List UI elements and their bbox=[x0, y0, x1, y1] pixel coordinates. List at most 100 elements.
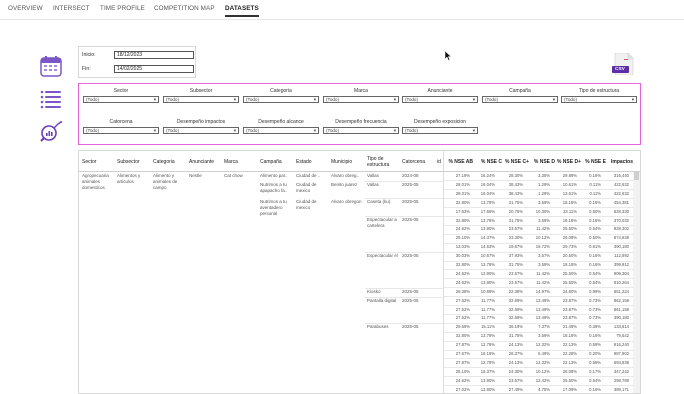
table-cell: 21.49% bbox=[562, 324, 577, 330]
header-nse-c[interactable]: % NSE C bbox=[474, 159, 502, 165]
header-tipo-de-estructura[interactable]: Tipo de estructura bbox=[367, 156, 401, 168]
header-subsector[interactable]: Subsector bbox=[117, 159, 151, 165]
header-nse-e[interactable]: % NSE E bbox=[582, 159, 606, 165]
filter-label-categoria: Categoria bbox=[270, 88, 292, 94]
table-cell: 79,542 bbox=[616, 333, 629, 339]
table-cell: 10.69% bbox=[480, 288, 495, 294]
csv-export-button[interactable]: CSV bbox=[611, 52, 635, 76]
filter-desempeno-alcance-select[interactable]: (Todo) bbox=[243, 127, 319, 134]
table-cell: 3.59% bbox=[538, 333, 550, 339]
header-impactos[interactable]: Impactos bbox=[607, 159, 633, 165]
filter-label-marca: Marca bbox=[354, 88, 368, 94]
tab-competition-map[interactable]: COMPETITION MAP bbox=[154, 5, 215, 12]
table-cell: 37.93% bbox=[508, 253, 523, 259]
table-cell: 23.57% bbox=[508, 377, 523, 383]
table-cell: 0.16% bbox=[589, 217, 601, 223]
header-sector[interactable]: Sector bbox=[82, 159, 116, 165]
cell-marca: Cat chow bbox=[224, 173, 243, 178]
inicio-date-input[interactable]: 18/12/2023 bbox=[114, 51, 194, 59]
table-cell: 133,614 bbox=[613, 324, 629, 330]
header-anunciante[interactable]: Anunciante bbox=[189, 159, 223, 165]
calendar-icon bbox=[40, 56, 62, 77]
table-cell: 13.61% bbox=[562, 190, 577, 196]
fin-date-input[interactable]: 14/02/2025 bbox=[114, 65, 194, 73]
list-icon bbox=[40, 90, 61, 109]
filter-sector-select[interactable]: (Todo) bbox=[83, 96, 159, 103]
table-cell: 13.90% bbox=[480, 270, 495, 276]
table-cell: 3.35% bbox=[538, 173, 550, 178]
table-cell: 0.16% bbox=[589, 173, 601, 178]
table-cell: 22.13% bbox=[562, 342, 577, 348]
group-divider bbox=[365, 181, 443, 182]
filter-categoria-select[interactable]: (Todo) bbox=[243, 96, 319, 103]
table-cell: 651,224 bbox=[613, 288, 629, 294]
filter-tipo-estructura-select[interactable]: (Todo) bbox=[561, 96, 637, 103]
table-cell: 1.29% bbox=[538, 190, 550, 196]
table-cell: 0.39% bbox=[589, 324, 601, 330]
table-cell: 13.78% bbox=[480, 217, 495, 223]
table-cell: 11.42% bbox=[536, 270, 550, 276]
header-nse-ab[interactable]: % NSE AB bbox=[445, 159, 473, 165]
vertical-scrollbar[interactable] bbox=[633, 172, 640, 393]
table-cell: 24.60% bbox=[562, 288, 577, 294]
cell-tipo-estructura: Espectacular el bbox=[367, 253, 398, 258]
filter-desempeno-exposicion-select[interactable]: (Todo) bbox=[402, 127, 478, 134]
filter-subsector-select[interactable]: (Todo) bbox=[163, 96, 239, 103]
header-nse-d[interactable]: % NSE D+ bbox=[555, 159, 581, 165]
filter-label-desempeno-impactos: Desempeño impactos bbox=[176, 119, 226, 125]
table-cell: 909,304 bbox=[613, 270, 629, 276]
header-divider bbox=[79, 171, 640, 172]
cell-sector: Agropecuaria animales domesticos bbox=[82, 173, 109, 190]
filter-catorcena-select[interactable]: (Todo) bbox=[83, 127, 159, 134]
table-cell: 26.08% bbox=[562, 368, 577, 374]
tab-datasets[interactable]: DATASETS bbox=[225, 5, 259, 17]
datasets-table: Sector Subsector Categoria Anunciante Marca C… bbox=[78, 150, 641, 394]
tab-intersect[interactable]: INTERSECT bbox=[53, 5, 90, 12]
table-cell: 32.69% bbox=[508, 315, 523, 321]
filter-label-subsector: Subsector bbox=[189, 88, 213, 94]
header-nse-d[interactable]: % NSE D bbox=[529, 159, 555, 165]
table-cell: 26.08% bbox=[562, 235, 577, 241]
cell-categoria: Alimento y animales de campo bbox=[153, 173, 178, 190]
table-cell: 316,440 bbox=[613, 173, 629, 178]
filter-marca-select[interactable]: (Todo) bbox=[323, 96, 399, 103]
table-cell: 810,264 bbox=[613, 279, 629, 285]
header-estado[interactable]: Estado bbox=[296, 159, 328, 165]
tab-overview[interactable]: OVERVIEW bbox=[8, 5, 43, 12]
table-cell: 26.37% bbox=[508, 351, 523, 356]
table-cell: 25.50% bbox=[562, 226, 577, 232]
table-cell: 20.50% bbox=[562, 253, 577, 259]
filter-label-desempeno-exposicion: Desempeño exposicion bbox=[414, 119, 466, 125]
table-cell: 10.61% bbox=[562, 181, 577, 187]
filter-anunciante-select[interactable]: (Todo) bbox=[402, 96, 478, 103]
table-cell: 36.19% bbox=[508, 324, 523, 330]
header-categoria[interactable]: Categoria bbox=[153, 159, 187, 165]
table-cell: 0.16% bbox=[589, 262, 601, 267]
table-cell: 0.99% bbox=[589, 288, 601, 294]
table-cell: 370,032 bbox=[613, 217, 629, 223]
filter-desempeno-impactos-select[interactable]: (Todo) bbox=[163, 127, 239, 134]
header-catorcena[interactable]: Catorcena bbox=[402, 159, 432, 165]
table-cell: 24.62% bbox=[455, 270, 470, 276]
scrollbar-thumb[interactable] bbox=[634, 172, 639, 180]
table-cell: 31.75% bbox=[508, 262, 523, 267]
table-cell: 20.75% bbox=[508, 208, 523, 214]
cell-campana-2: Nutrimos a tu apapacho fa.. bbox=[260, 182, 288, 193]
cell-catorcena: 2025-05 bbox=[402, 289, 419, 294]
filter-label-catorcena: Catorcena bbox=[109, 119, 133, 125]
table-cell: 13.78% bbox=[480, 333, 495, 339]
filter-desempeno-frecuencia-select[interactable]: (Todo) bbox=[323, 127, 399, 134]
filter-campana-select[interactable]: (Todo) bbox=[482, 96, 558, 103]
table-cell: 28.01% bbox=[455, 181, 470, 187]
table-cell: 422,632 bbox=[613, 181, 629, 187]
header-municipio[interactable]: Municipio bbox=[331, 159, 365, 165]
cell-catorcena: 2025-05 bbox=[402, 182, 419, 187]
table-cell: 0.20% bbox=[589, 351, 601, 356]
tab-time-profile[interactable]: TIME PROFILE bbox=[100, 5, 145, 12]
header-nse-c[interactable]: % NSE C+ bbox=[503, 159, 529, 165]
table-cell: 27.87% bbox=[455, 359, 470, 365]
filters-panel: Sector (Todo) Subsector (Todo) Categoria… bbox=[78, 83, 641, 145]
header-campa-a[interactable]: Campaña bbox=[260, 159, 294, 165]
filter-label-anunciante: Anunciante bbox=[427, 88, 453, 94]
header-marca[interactable]: Marca bbox=[224, 159, 258, 165]
